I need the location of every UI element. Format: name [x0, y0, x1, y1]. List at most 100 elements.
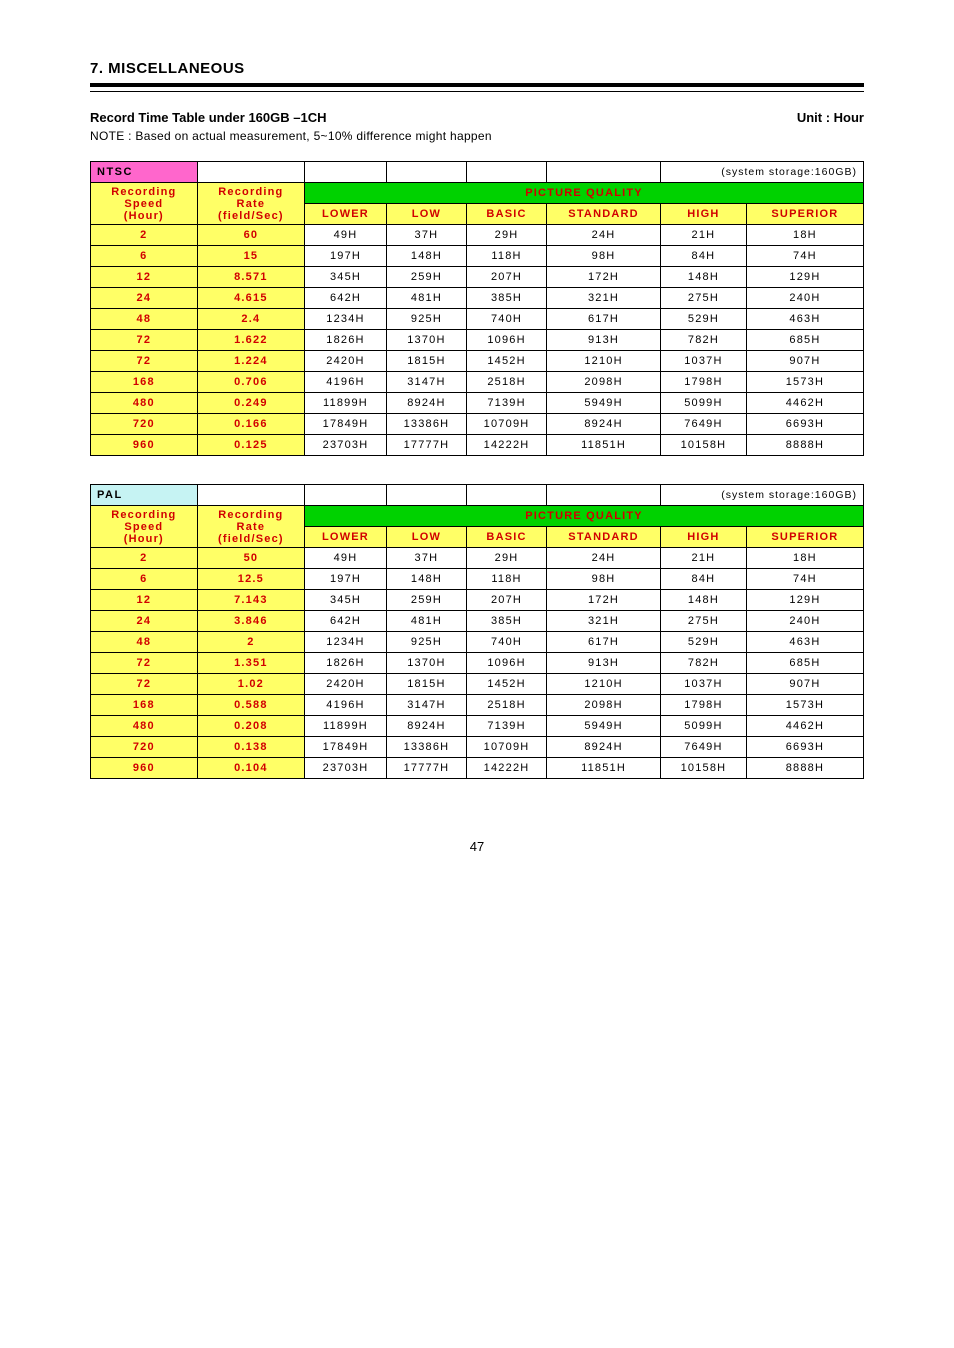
table-row: 721.6221826H1370H1096H913H782H685H: [91, 330, 864, 351]
value-cell: 17849H: [305, 737, 387, 758]
blank-cell: [466, 485, 546, 506]
value-cell: 2518H: [466, 372, 546, 393]
page: 7. MISCELLANEOUS Record Time Table under…: [0, 0, 954, 894]
value-cell: 259H: [386, 267, 466, 288]
value-cell: 782H: [661, 653, 747, 674]
quality-header: BASIC: [466, 527, 546, 548]
value-cell: 29H: [466, 225, 546, 246]
value-cell: 617H: [547, 309, 661, 330]
value-cell: 172H: [547, 590, 661, 611]
value-cell: 17777H: [386, 758, 466, 779]
value-cell: 98H: [547, 246, 661, 267]
value-cell: 1798H: [661, 695, 747, 716]
value-cell: 1096H: [466, 330, 546, 351]
table-row: 26049H37H29H24H21H18H: [91, 225, 864, 246]
table-row: 4821234H925H740H617H529H463H: [91, 632, 864, 653]
value-cell: 29H: [466, 548, 546, 569]
value-cell: 84H: [661, 246, 747, 267]
value-cell: 4462H: [746, 393, 863, 414]
rate-cell: 7.143: [197, 590, 304, 611]
value-cell: 6693H: [746, 737, 863, 758]
speed-cell: 6: [91, 569, 198, 590]
rate-cell: 1.622: [197, 330, 304, 351]
value-cell: 17849H: [305, 414, 387, 435]
value-cell: 240H: [746, 611, 863, 632]
col-speed-header: RecordingSpeed(Hour): [91, 506, 198, 548]
value-cell: 148H: [661, 590, 747, 611]
value-cell: 49H: [305, 548, 387, 569]
value-cell: 1573H: [746, 372, 863, 393]
value-cell: 148H: [386, 246, 466, 267]
speed-cell: 72: [91, 330, 198, 351]
value-cell: 642H: [305, 288, 387, 309]
value-cell: 685H: [746, 653, 863, 674]
subtitle-unit: Unit : Hour: [797, 110, 864, 125]
table-pal: PAL(system storage:160GB)RecordingSpeed(…: [90, 484, 864, 779]
value-cell: 1815H: [386, 351, 466, 372]
value-cell: 529H: [661, 632, 747, 653]
value-cell: 925H: [386, 632, 466, 653]
rate-cell: 1.351: [197, 653, 304, 674]
value-cell: 23703H: [305, 435, 387, 456]
value-cell: 13386H: [386, 414, 466, 435]
value-cell: 463H: [746, 632, 863, 653]
value-cell: 17777H: [386, 435, 466, 456]
speed-cell: 48: [91, 309, 198, 330]
table-row: 128.571345H259H207H172H148H129H: [91, 267, 864, 288]
value-cell: 197H: [305, 246, 387, 267]
value-cell: 2518H: [466, 695, 546, 716]
speed-cell: 960: [91, 435, 198, 456]
value-cell: 5949H: [547, 393, 661, 414]
speed-cell: 720: [91, 737, 198, 758]
value-cell: 259H: [386, 590, 466, 611]
blank-cell: [197, 485, 304, 506]
blank-cell: [386, 162, 466, 183]
value-cell: 1798H: [661, 372, 747, 393]
value-cell: 2098H: [547, 372, 661, 393]
table-row: 4800.24911899H8924H7139H5949H5099H4462H: [91, 393, 864, 414]
col-rate-header: RecordingRate(field/Sec): [197, 183, 304, 225]
value-cell: 1234H: [305, 632, 387, 653]
rate-cell: 0.138: [197, 737, 304, 758]
value-cell: 10709H: [466, 414, 546, 435]
value-cell: 1452H: [466, 351, 546, 372]
value-cell: 1826H: [305, 330, 387, 351]
table-row: 1680.7064196H3147H2518H2098H1798H1573H: [91, 372, 864, 393]
value-cell: 8924H: [547, 414, 661, 435]
value-cell: 129H: [746, 267, 863, 288]
rate-cell: 0.588: [197, 695, 304, 716]
quality-header: SUPERIOR: [746, 204, 863, 225]
speed-cell: 168: [91, 372, 198, 393]
value-cell: 740H: [466, 309, 546, 330]
table-row: 7200.16617849H13386H10709H8924H7649H6693…: [91, 414, 864, 435]
quality-header: BASIC: [466, 204, 546, 225]
quality-header: SUPERIOR: [746, 527, 863, 548]
value-cell: 782H: [661, 330, 747, 351]
value-cell: 7649H: [661, 414, 747, 435]
value-cell: 913H: [547, 653, 661, 674]
speed-cell: 168: [91, 695, 198, 716]
value-cell: 4196H: [305, 695, 387, 716]
rate-cell: 0.208: [197, 716, 304, 737]
col-rate-header: RecordingRate(field/Sec): [197, 506, 304, 548]
value-cell: 685H: [746, 330, 863, 351]
value-cell: 5099H: [661, 393, 747, 414]
quality-header: LOWER: [305, 204, 387, 225]
rate-cell: 0.706: [197, 372, 304, 393]
subtitle-main: Record Time Table under 160GB –1CH: [90, 110, 326, 125]
value-cell: 8888H: [746, 435, 863, 456]
table-row: 4800.20811899H8924H7139H5949H5099H4462H: [91, 716, 864, 737]
value-cell: 8924H: [386, 393, 466, 414]
speed-cell: 2: [91, 225, 198, 246]
picture-quality-header: PICTURE QUALITY: [305, 506, 864, 527]
value-cell: 5099H: [661, 716, 747, 737]
value-cell: 642H: [305, 611, 387, 632]
value-cell: 463H: [746, 309, 863, 330]
value-cell: 2098H: [547, 695, 661, 716]
page-number: 47: [90, 839, 864, 854]
value-cell: 129H: [746, 590, 863, 611]
value-cell: 23703H: [305, 758, 387, 779]
value-cell: 3147H: [386, 372, 466, 393]
speed-cell: 960: [91, 758, 198, 779]
quality-header: LOWER: [305, 527, 387, 548]
